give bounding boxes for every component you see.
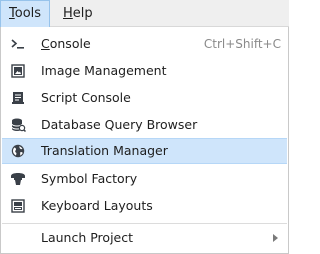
menu-item-script-console-label: Script Console	[41, 90, 131, 105]
menu-help-mnemonic: H	[63, 6, 73, 21]
keyboard-icon	[10, 198, 26, 214]
console-label-rest: onsole	[49, 36, 91, 51]
menu-help-label: elp	[72, 6, 93, 21]
menu-item-database-query-browser-label: Database Query Browser	[41, 117, 198, 132]
menu-item-console-label: Console	[41, 31, 91, 57]
menu-item-console[interactable]: Console Ctrl+Shift+C	[2, 31, 287, 57]
menu-item-keyboard-layouts[interactable]: Keyboard Layouts	[2, 193, 287, 219]
script-icon	[10, 90, 26, 106]
menu-item-script-console[interactable]: Script Console	[2, 85, 287, 111]
console-mnemonic: C	[41, 36, 50, 51]
menu-item-launch-project[interactable]: Launch Project	[2, 225, 287, 251]
menu-item-translation-manager[interactable]: Translation Manager	[2, 138, 287, 164]
menu-help[interactable]: Help	[55, 0, 101, 27]
menu-item-database-query-browser[interactable]: Database Query Browser	[2, 112, 287, 138]
menu-item-symbol-factory-label: Symbol Factory	[41, 171, 138, 186]
tools-dropdown-menu: Console Ctrl+Shift+C Image Management Sc…	[0, 27, 289, 254]
menu-tools-label: ools	[14, 6, 42, 21]
menu-tools[interactable]: Tools	[0, 0, 51, 27]
menu-bar: Tools Help	[0, 0, 289, 27]
globe-icon	[10, 143, 26, 159]
menu-separator	[2, 223, 287, 224]
menu-item-image-management-label: Image Management	[41, 63, 167, 78]
menu-item-symbol-factory[interactable]: Symbol Factory	[2, 166, 287, 192]
menu-item-keyboard-layouts-label: Keyboard Layouts	[41, 198, 153, 213]
database-icon	[10, 117, 26, 133]
menu-item-image-management[interactable]: Image Management	[2, 58, 287, 84]
console-icon	[10, 36, 26, 52]
submenu-arrow-icon	[273, 234, 278, 242]
console-shortcut: Ctrl+Shift+C	[203, 37, 281, 51]
menu-item-launch-project-label: Launch Project	[41, 230, 134, 245]
symbol-icon	[10, 171, 26, 187]
menu-item-translation-manager-label: Translation Manager	[41, 143, 168, 158]
image-icon	[10, 63, 26, 79]
